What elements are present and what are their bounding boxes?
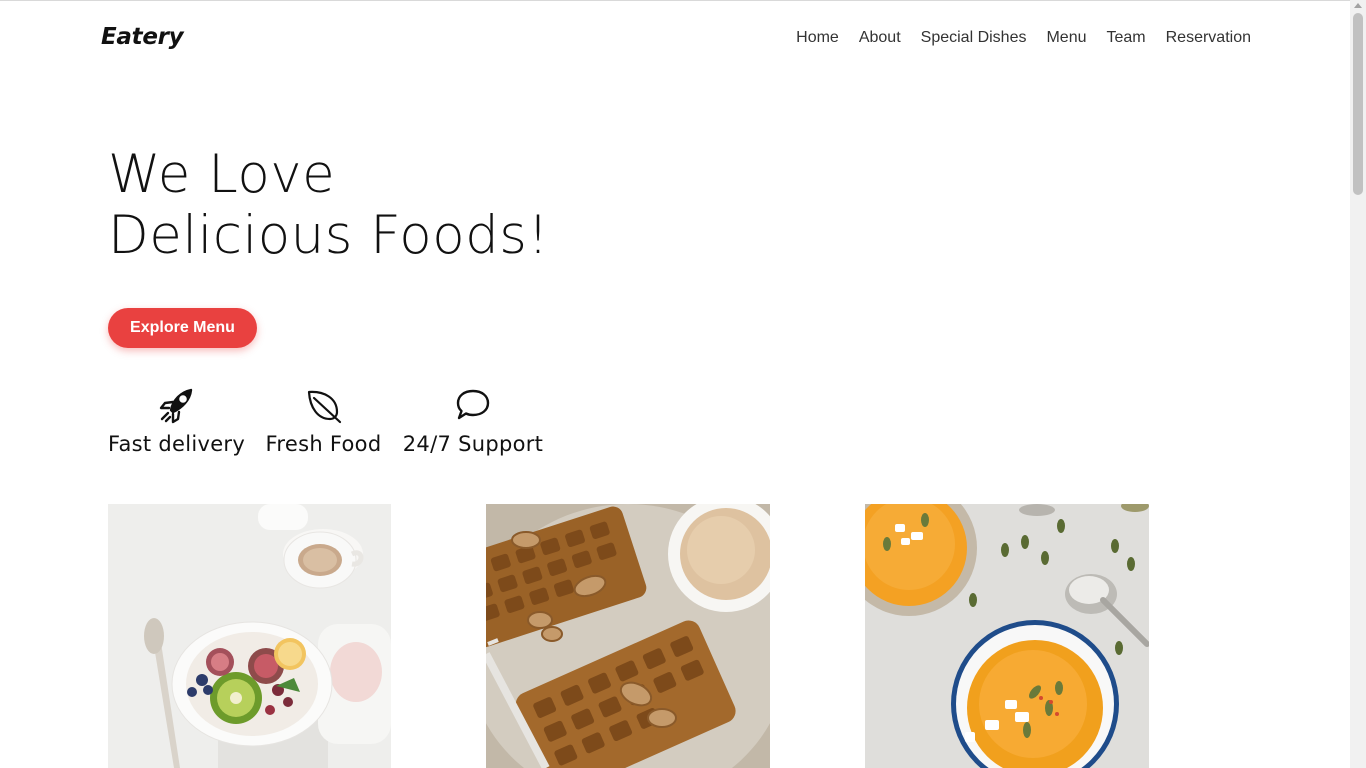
feature-label: Fresh Food: [265, 432, 382, 456]
nav-item-reservation[interactable]: Reservation: [1166, 29, 1251, 47]
pumpkin-soup-photo: [865, 504, 1149, 768]
scrollbar-thumb[interactable]: [1353, 13, 1363, 195]
leaf-icon: [264, 386, 383, 424]
nav-item-about[interactable]: About: [859, 29, 901, 47]
speech-bubble-icon: [402, 386, 544, 424]
feature-support: 24/7 Support: [402, 386, 544, 456]
fruit-bowl-photo: [108, 504, 391, 768]
explore-menu-button[interactable]: Explore Menu: [108, 308, 257, 348]
gallery-card-fruit-bowl[interactable]: [108, 504, 391, 768]
main-nav: Home About Special Dishes Menu Team Rese…: [796, 29, 1251, 47]
nav-item-menu[interactable]: Menu: [1046, 29, 1086, 47]
top-border: [0, 0, 1350, 1]
gallery-card-pumpkin-soup[interactable]: [865, 504, 1149, 768]
gallery-card-waffles[interactable]: [486, 504, 770, 768]
nav-item-special-dishes[interactable]: Special Dishes: [921, 29, 1027, 47]
hero-title: We Love Delicious Foods!: [108, 144, 549, 266]
hero-title-line-1: We Love: [108, 144, 336, 205]
hero-title-line-2: Delicious Foods!: [108, 205, 550, 266]
nav-item-home[interactable]: Home: [796, 29, 839, 47]
feature-label: 24/7 Support: [402, 432, 544, 456]
feature-fast-delivery: Fast delivery: [108, 386, 245, 456]
nav-item-team[interactable]: Team: [1107, 29, 1146, 47]
page-scrollbar[interactable]: [1350, 0, 1366, 768]
rocket-icon: [108, 386, 245, 424]
feature-label: Fast delivery: [108, 432, 246, 456]
brand-logo[interactable]: Eatery: [101, 24, 184, 50]
waffles-photo: [486, 504, 770, 768]
scroll-up-icon[interactable]: [1354, 3, 1362, 8]
feature-fresh-food: Fresh Food: [264, 386, 383, 456]
